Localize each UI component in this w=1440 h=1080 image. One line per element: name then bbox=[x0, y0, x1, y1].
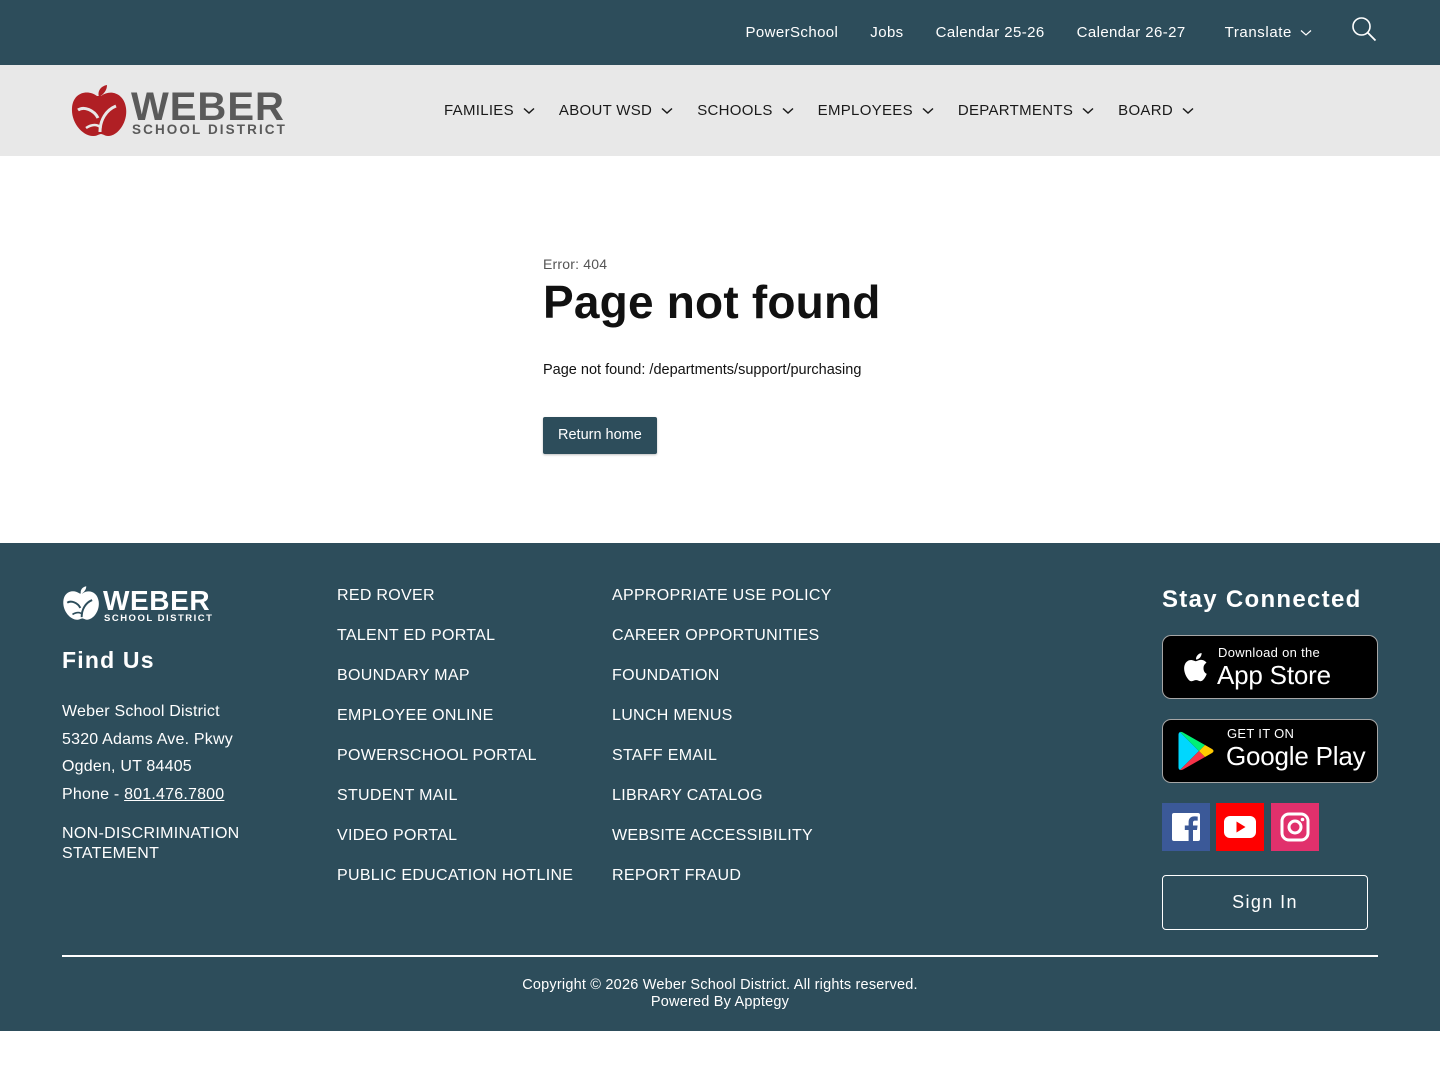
address-street: 5320 Adams Ave. Pkwy bbox=[62, 730, 233, 748]
nav-schools[interactable]: SCHOOLS bbox=[697, 102, 794, 119]
phone-prefix: Phone - bbox=[62, 785, 125, 803]
chevron-down-icon bbox=[661, 107, 673, 114]
app-store-big-text: App Store bbox=[1217, 660, 1331, 690]
chevron-down-icon bbox=[1182, 107, 1194, 114]
nav-label: EMPLOYEES bbox=[817, 102, 913, 119]
site-footer: WEBER SCHOOL DISTRICT Find Us Weber Scho… bbox=[0, 543, 1440, 1031]
nav-label: FAMILIES bbox=[444, 102, 514, 119]
footer-link-foundation[interactable]: FOUNDATION bbox=[612, 665, 832, 705]
phone-line: Phone - 801.476.7800 bbox=[62, 781, 233, 809]
youtube-link[interactable] bbox=[1216, 803, 1264, 851]
google-play-icon bbox=[1178, 731, 1214, 771]
stay-connected-heading: Stay Connected bbox=[1162, 586, 1362, 613]
footer-link-student-mail[interactable]: STUDENT MAIL bbox=[337, 785, 573, 825]
youtube-icon bbox=[1224, 816, 1256, 838]
sign-in-button[interactable]: Sign In bbox=[1162, 875, 1368, 930]
utility-link-jobs[interactable]: Jobs bbox=[870, 24, 903, 41]
nav-board[interactable]: BOARD bbox=[1118, 102, 1194, 119]
footer-link-staff-email[interactable]: STAFF EMAIL bbox=[612, 745, 832, 785]
nav-label: SCHOOLS bbox=[697, 102, 773, 119]
nav-label: DEPARTMENTS bbox=[957, 102, 1074, 119]
instagram-icon bbox=[1280, 812, 1310, 842]
phone-link[interactable]: 801.476.7800 bbox=[124, 786, 224, 803]
site-header: WEBER SCHOOL DISTRICT FAMILIES ABOUT WSD… bbox=[0, 65, 1440, 156]
footer-link-library-catalog[interactable]: LIBRARY CATALOG bbox=[612, 785, 832, 825]
footer-link-public-education-hotline[interactable]: PUBLIC EDUCATION HOTLINE bbox=[337, 865, 573, 905]
translate-dropdown[interactable]: Translate bbox=[1225, 24, 1312, 41]
logo-subtitle: SCHOOL DISTRICT bbox=[132, 122, 288, 137]
apple-icon bbox=[1184, 653, 1207, 682]
chevron-down-icon bbox=[922, 107, 934, 114]
footer-link-video-portal[interactable]: VIDEO PORTAL bbox=[337, 825, 573, 865]
app-store-small-text: Download on the bbox=[1218, 645, 1321, 660]
translate-label: Translate bbox=[1224, 24, 1292, 41]
non-discrimination-link[interactable]: NON-DISCRIMINATION STATEMENT bbox=[62, 824, 282, 864]
instagram-link[interactable] bbox=[1271, 803, 1319, 851]
error-message: Page not found: /departments/support/pur… bbox=[543, 362, 862, 378]
footer-divider bbox=[62, 955, 1378, 957]
find-us-heading: Find Us bbox=[62, 647, 155, 673]
footer-link-employee-online[interactable]: EMPLOYEE ONLINE bbox=[337, 705, 573, 745]
facebook-icon bbox=[1172, 813, 1200, 841]
nav-about-wsd[interactable]: ABOUT WSD bbox=[559, 102, 673, 119]
apple-logo-icon bbox=[71, 85, 127, 137]
search-icon bbox=[1352, 16, 1377, 41]
footer-link-boundary-map[interactable]: BOUNDARY MAP bbox=[337, 665, 573, 705]
nav-employees[interactable]: EMPLOYEES bbox=[818, 102, 934, 119]
district-address: Weber School District 5320 Adams Ave. Pk… bbox=[62, 698, 233, 808]
chevron-down-icon bbox=[1300, 29, 1312, 36]
copyright-text: Copyright © 2026 Weber School District. … bbox=[522, 977, 918, 993]
footer-logo[interactable]: WEBER SCHOOL DISTRICT bbox=[62, 585, 222, 625]
app-store-badge[interactable]: Download on the App Store bbox=[1162, 635, 1378, 699]
address-city: Ogden, UT 84405 bbox=[62, 758, 192, 775]
copyright: Copyright © 2026 Weber School District. … bbox=[0, 977, 1440, 1011]
apple-logo-icon bbox=[63, 586, 99, 620]
google-play-badge[interactable]: GET IT ON Google Play bbox=[1162, 719, 1378, 783]
powered-by-text: Powered By Apptegy bbox=[650, 994, 790, 1010]
nav-label: ABOUT WSD bbox=[558, 102, 653, 119]
error-code: Error: 404 bbox=[543, 256, 608, 272]
chevron-down-icon bbox=[523, 107, 535, 114]
footer-link-lunch-menus[interactable]: LUNCH MENUS bbox=[612, 705, 832, 745]
facebook-link[interactable] bbox=[1162, 803, 1210, 851]
utility-link-calendar-25-26[interactable]: Calendar 25-26 bbox=[936, 24, 1045, 41]
nav-departments[interactable]: DEPARTMENTS bbox=[958, 102, 1094, 119]
utility-link-calendar-26-27[interactable]: Calendar 26-27 bbox=[1077, 24, 1186, 41]
footer-link-red-rover[interactable]: RED ROVER bbox=[337, 585, 573, 625]
chevron-down-icon bbox=[782, 107, 794, 114]
utility-link-powerschool[interactable]: PowerSchool bbox=[746, 24, 839, 41]
utility-links: PowerSchool Jobs Calendar 25-26 Calendar… bbox=[746, 0, 1379, 65]
logo-wordmark: WEBER bbox=[131, 85, 285, 129]
chevron-down-icon bbox=[1082, 107, 1094, 114]
footer-link-report-fraud[interactable]: REPORT FRAUD bbox=[612, 865, 832, 905]
footer-link-website-accessibility[interactable]: WEBSITE ACCESSIBILITY bbox=[612, 825, 832, 865]
footer-logo-subtitle: SCHOOL DISTRICT bbox=[104, 613, 214, 624]
address-name: Weber School District bbox=[62, 703, 220, 720]
main-nav: FAMILIES ABOUT WSD SCHOOLS EMPLOYEES DEP… bbox=[444, 65, 1218, 156]
footer-logo-wordmark: WEBER bbox=[103, 585, 211, 616]
search-button[interactable] bbox=[1350, 15, 1378, 43]
google-play-small-text: GET IT ON bbox=[1227, 726, 1295, 741]
footer-links-column-1: RED ROVER TALENT ED PORTAL BOUNDARY MAP … bbox=[337, 585, 573, 905]
google-play-big-text: Google Play bbox=[1226, 741, 1366, 771]
footer-link-career-opportunities[interactable]: CAREER OPPORTUNITIES bbox=[612, 625, 832, 665]
error-content: Error: 404 Page not found Page not found… bbox=[543, 256, 1043, 454]
page-title: Page not found bbox=[543, 276, 881, 328]
footer-links-column-2: APPROPRIATE USE POLICY CAREER OPPORTUNIT… bbox=[612, 585, 832, 905]
return-home-button[interactable]: Return home bbox=[543, 417, 657, 454]
nav-label: BOARD bbox=[1118, 102, 1173, 119]
footer-link-talent-ed-portal[interactable]: TALENT ED PORTAL bbox=[337, 625, 573, 665]
footer-link-appropriate-use-policy[interactable]: APPROPRIATE USE POLICY bbox=[612, 585, 832, 625]
utility-bar: PowerSchool Jobs Calendar 25-26 Calendar… bbox=[0, 0, 1440, 65]
footer-link-powerschool-portal[interactable]: POWERSCHOOL PORTAL bbox=[337, 745, 573, 785]
district-logo[interactable]: WEBER SCHOOL DISTRICT bbox=[70, 84, 292, 140]
nav-families[interactable]: FAMILIES bbox=[444, 102, 535, 119]
